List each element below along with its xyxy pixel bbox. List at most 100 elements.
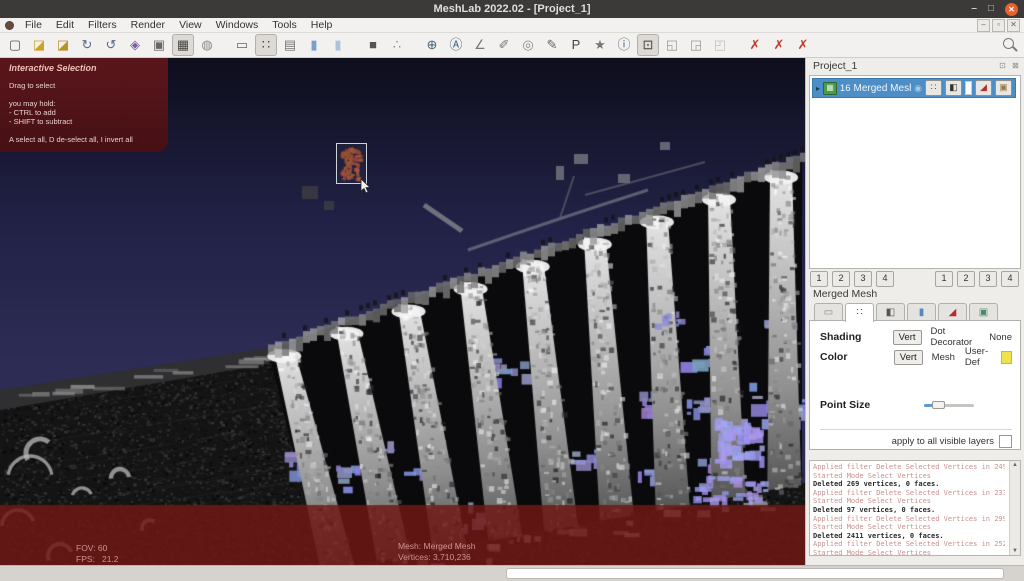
layer-texture-toggle[interactable]: ▣ xyxy=(995,80,1012,96)
color-label: Color xyxy=(820,351,894,363)
log-line: Applied filter Delete Selected Vertices … xyxy=(813,463,1005,472)
label-tool-icon[interactable]: P xyxy=(565,34,587,56)
mdi-minimize-button[interactable]: – xyxy=(977,19,990,32)
mouse-cursor-icon xyxy=(360,179,371,194)
render-points-icon[interactable]: ∷ xyxy=(255,34,277,56)
color-swatch[interactable] xyxy=(1001,351,1012,364)
layer-row-merged-mesh[interactable]: ▸ ▦ 16 Merged Mesh * ◉ ∷ ◧ ◢ ▣ xyxy=(812,78,1016,98)
layer-colorbar-icon[interactable] xyxy=(965,81,972,95)
panel-float-button[interactable]: ⊡ xyxy=(997,60,1008,71)
info-icon[interactable]: ⓘ xyxy=(613,34,635,56)
layer-dialog-icon[interactable]: ▮ xyxy=(303,34,325,56)
shading-row: Shading Vert Dot Decorator None xyxy=(820,329,1012,345)
hud-line: FOV: 60 xyxy=(76,543,144,554)
menu-item[interactable]: Edit xyxy=(49,18,81,32)
snapshot-icon[interactable]: ▣ xyxy=(148,34,170,56)
menu-item[interactable]: Tools xyxy=(265,18,304,32)
raster-dialog-icon[interactable]: ▮ xyxy=(327,34,349,56)
reload-all-icon[interactable]: ↺ xyxy=(100,34,122,56)
panel-close-button[interactable]: ⊠ xyxy=(1010,60,1021,71)
new-project-icon[interactable]: ▢ xyxy=(4,34,26,56)
mdi-close-button[interactable]: ✕ xyxy=(1007,19,1020,32)
measure-tool-icon[interactable]: ∠ xyxy=(469,34,491,56)
import-mesh-icon[interactable]: ◪ xyxy=(52,34,74,56)
page-button[interactable]: 3 xyxy=(854,271,872,287)
color-mesh-option[interactable]: Mesh xyxy=(932,352,955,363)
shading-label: Shading xyxy=(820,331,893,343)
hud-line: Vertices: 3,710,236 xyxy=(398,552,475,563)
page-buttons-left: 1234 xyxy=(810,271,894,287)
select-faces-icon[interactable]: ◱ xyxy=(661,34,683,56)
delete-selected-vertices-icon[interactable]: ✗ xyxy=(768,34,790,56)
point-size-row: Point Size xyxy=(820,397,1012,413)
show-axis-icon[interactable]: ∴ xyxy=(386,34,408,56)
log-scrollbar[interactable]: ▲ ▼ xyxy=(1009,461,1020,555)
layer-points-toggle[interactable]: ∷ xyxy=(925,80,942,96)
layer-name: Merged Mesh * xyxy=(854,83,912,94)
scroll-up-icon[interactable]: ▲ xyxy=(1012,462,1018,468)
shading-vert-button[interactable]: Vert xyxy=(893,330,922,345)
show-box-icon[interactable]: ■ xyxy=(362,34,384,56)
apply-all-label: apply to all visible layers xyxy=(892,436,994,447)
point-picker-icon[interactable]: ✐ xyxy=(493,34,515,56)
overlay-line: A select all, D de-select all, I invert … xyxy=(9,135,159,144)
render-wire-icon[interactable]: ▤ xyxy=(279,34,301,56)
reload-mesh-icon[interactable]: ↻ xyxy=(76,34,98,56)
app-icon xyxy=(5,21,14,30)
layer-shader-toggle[interactable]: ◧ xyxy=(945,80,962,96)
shading-none-option[interactable]: None xyxy=(989,332,1012,343)
menu-item[interactable]: Windows xyxy=(209,18,266,32)
point-size-slider[interactable] xyxy=(924,401,974,409)
select-connected-icon[interactable]: ◰ xyxy=(709,34,731,56)
align-tool-icon[interactable]: ★ xyxy=(589,34,611,56)
page-button[interactable]: 2 xyxy=(957,271,975,287)
status-message-field[interactable] xyxy=(506,568,1004,579)
mdi-restore-button[interactable]: ▫ xyxy=(992,19,1005,32)
page-button[interactable]: 2 xyxy=(832,271,850,287)
minimize-button[interactable]: – xyxy=(971,4,977,14)
lamp-icon[interactable]: ◎ xyxy=(517,34,539,56)
save-project-icon[interactable]: ◈ xyxy=(124,34,146,56)
apply-all-checkbox[interactable] xyxy=(999,435,1012,448)
menu-item[interactable]: Filters xyxy=(81,18,124,32)
window-titlebar: MeshLab 2022.02 - [Project_1] – □ ✕ xyxy=(0,0,1024,18)
ambient-light-icon[interactable]: Ⓐ xyxy=(445,34,467,56)
select-rect-icon[interactable]: ◲ xyxy=(685,34,707,56)
visibility-eye-icon[interactable]: ◉ xyxy=(914,83,922,94)
render-solid-icon[interactable]: ▦ xyxy=(172,34,194,56)
trackball-icon[interactable]: ⊕ xyxy=(421,34,443,56)
page-button[interactable]: 1 xyxy=(935,271,953,287)
menu-item[interactable]: Render xyxy=(124,18,172,32)
paint-tool-icon[interactable]: ✎ xyxy=(541,34,563,56)
open-project-icon[interactable]: ◪ xyxy=(28,34,50,56)
color-vert-button[interactable]: Vert xyxy=(894,350,923,365)
slider-handle[interactable] xyxy=(932,401,945,409)
hud-line: Mesh: Merged Mesh xyxy=(398,541,475,552)
render-bbox-icon[interactable]: ▭ xyxy=(231,34,253,56)
delete-selected-all-icon[interactable]: ✗ xyxy=(792,34,814,56)
menu-item[interactable]: File xyxy=(18,18,49,32)
shading-dot-option[interactable]: Dot Decorator xyxy=(931,326,980,348)
maximize-button[interactable]: □ xyxy=(988,4,994,14)
tab-points[interactable]: ∷ xyxy=(845,303,874,322)
overlay-line: - CTRL to add xyxy=(9,108,159,117)
scroll-down-icon[interactable]: ▼ xyxy=(1012,548,1018,554)
project-title: Project_1 xyxy=(813,60,857,72)
page-button[interactable]: 4 xyxy=(876,271,894,287)
render-sphere-icon[interactable]: ◍ xyxy=(196,34,218,56)
page-button[interactable]: 1 xyxy=(810,271,828,287)
delete-selected-faces-icon[interactable]: ✗ xyxy=(744,34,766,56)
close-button[interactable]: ✕ xyxy=(1005,3,1018,16)
log-line: Started Mode Select Vertices xyxy=(813,523,1005,532)
color-userdef-option[interactable]: User-Def xyxy=(965,346,997,368)
log-line: Started Mode Select Vertices xyxy=(813,497,1005,506)
menu-item[interactable]: Help xyxy=(304,18,340,32)
overlay-line: - SHIFT to subtract xyxy=(9,117,159,126)
select-vertices-icon[interactable]: ⊡ xyxy=(637,34,659,56)
page-button[interactable]: 3 xyxy=(979,271,997,287)
page-button[interactable]: 4 xyxy=(1001,271,1019,287)
layer-flat-toggle[interactable]: ◢ xyxy=(975,80,992,96)
expand-arrow-icon[interactable]: ▸ xyxy=(816,84,820,93)
search-icon[interactable] xyxy=(1002,37,1018,53)
menu-item[interactable]: View xyxy=(172,18,209,32)
